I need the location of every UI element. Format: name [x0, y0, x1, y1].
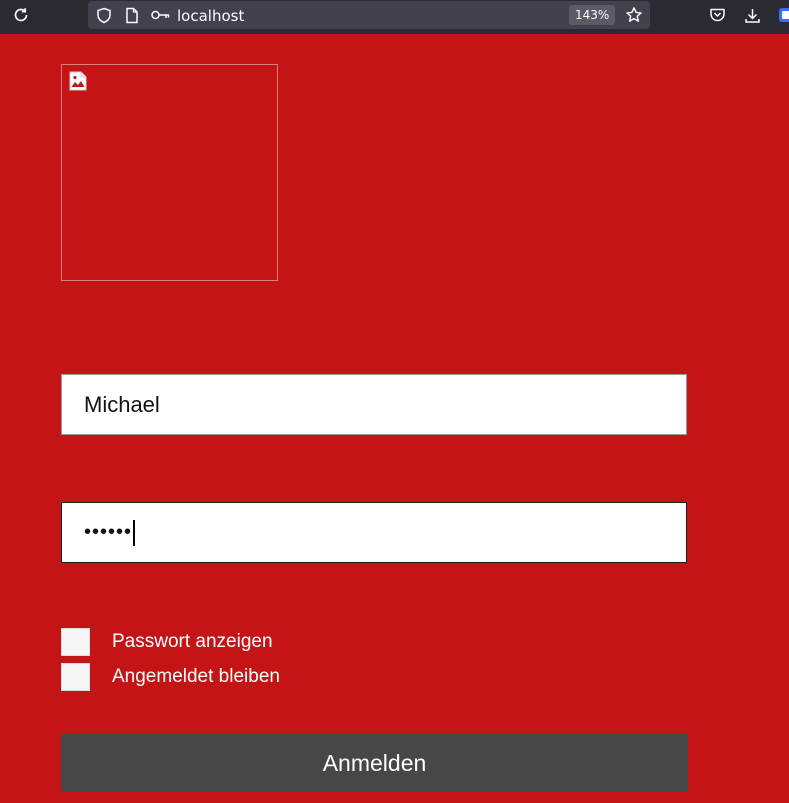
star-icon[interactable] [623, 5, 645, 25]
username-field[interactable]: Michael [61, 374, 687, 435]
show-password-checkbox[interactable] [61, 628, 90, 656]
broken-image-icon [69, 71, 87, 91]
password-value: •••••• [84, 521, 133, 543]
pocket-icon[interactable] [706, 4, 728, 26]
extension-icon[interactable] [777, 6, 789, 24]
show-password-label[interactable]: Passwort anzeigen [112, 631, 273, 653]
download-icon[interactable] [741, 4, 763, 26]
remember-me-checkbox[interactable] [61, 663, 90, 691]
username-value: Michael [84, 391, 160, 417]
url-text[interactable]: localhost [177, 7, 244, 25]
address-bar[interactable]: localhost 143% [88, 1, 650, 29]
logo-image [61, 64, 278, 281]
browser-toolbar: localhost 143% [0, 0, 789, 34]
password-field[interactable]: •••••• [61, 502, 687, 563]
reload-icon[interactable] [8, 4, 34, 26]
page-icon[interactable] [122, 5, 142, 25]
login-button[interactable]: Anmelden [61, 734, 688, 792]
key-icon[interactable] [150, 5, 172, 25]
show-password-option[interactable]: Passwort anzeigen [61, 628, 273, 656]
remember-me-label[interactable]: Angemeldet bleiben [112, 666, 280, 688]
zoom-level-badge[interactable]: 143% [569, 5, 616, 25]
text-caret [133, 519, 136, 546]
remember-me-option[interactable]: Angemeldet bleiben [61, 663, 280, 691]
shield-icon[interactable] [94, 5, 114, 25]
